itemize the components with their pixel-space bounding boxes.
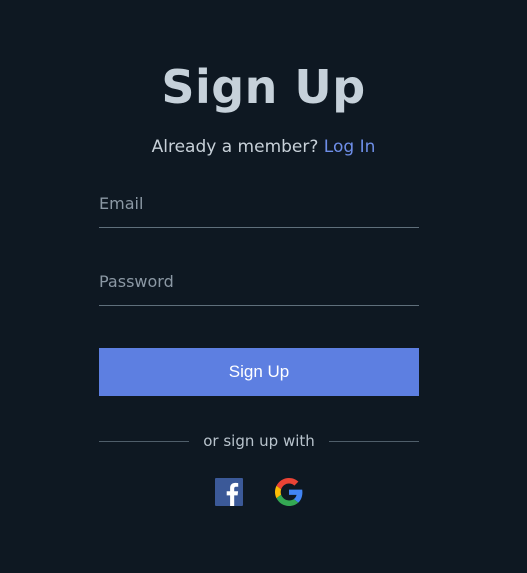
email-field-container [99,187,419,228]
login-link[interactable]: Log In [324,137,376,157]
page-title: Sign Up [161,60,366,114]
facebook-signup-button[interactable] [215,478,243,506]
password-field-container [99,265,419,306]
google-icon [275,478,303,506]
sign-up-button[interactable]: Sign Up [99,348,419,396]
divider-line-left [99,440,190,442]
member-prompt-text: Already a member? [151,137,319,157]
facebook-icon [215,478,243,506]
divider-text: or sign up with [203,432,315,450]
email-field[interactable] [99,187,419,219]
login-prompt: Already a member? Log In [0,136,527,158]
google-signup-button[interactable] [275,478,303,506]
social-divider: or sign up with [99,430,420,452]
password-field[interactable] [99,265,419,297]
divider-line-right [328,440,420,442]
